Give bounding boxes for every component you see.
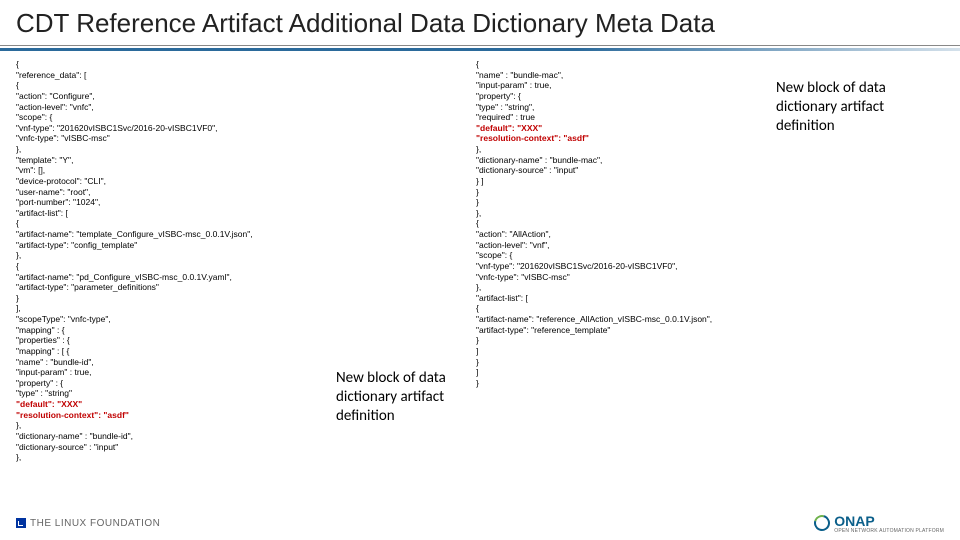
code-line: "artifact-type": "reference_template" [476, 325, 776, 336]
code-line: "dictionary-name" : "bundle-id", [16, 431, 336, 442]
code-line: "default": "XXX" [16, 399, 336, 410]
code-line: } [16, 293, 336, 304]
code-line: "action": "Configure", [16, 91, 336, 102]
code-line: } [476, 335, 776, 346]
code-line: "default": "XXX" [476, 123, 776, 134]
code-line: "action-level": "vnfc", [16, 102, 336, 113]
code-line: "artifact-type": "parameter_definitions" [16, 282, 336, 293]
callout-column-right: New block of data dictionary artifact de… [776, 59, 936, 463]
code-line: "input-param" : true, [476, 80, 776, 91]
onap-ring-icon [811, 512, 833, 534]
code-line: "vnf-type": "201620vISBC1Svc/2016-20-vIS… [16, 123, 336, 134]
code-line: }, [476, 282, 776, 293]
code-line: "port-number": "1024", [16, 197, 336, 208]
onap-subtext: OPEN NETWORK AUTOMATION PLATFORM [834, 529, 944, 534]
code-line: "template": "Y", [16, 155, 336, 166]
code-line: "type" : "string" [16, 388, 336, 399]
code-line: "artifact-list": [ [16, 208, 336, 219]
code-line: "property" : { [16, 378, 336, 389]
callout-right: New block of data dictionary artifact de… [776, 79, 936, 135]
code-line: } [476, 187, 776, 198]
code-line: "reference_data": [ [16, 70, 336, 81]
footer: THE LINUX FOUNDATION ONAP OPEN NETWORK A… [0, 512, 960, 534]
code-line: "device-protocol": "CLI", [16, 176, 336, 187]
code-line: }, [16, 452, 336, 463]
code-line: "action-level": "vnf", [476, 240, 776, 251]
code-line: "required" : true [476, 112, 776, 123]
code-line: ] [476, 367, 776, 378]
code-line: "name" : "bundle-mac", [476, 70, 776, 81]
callout-left: New block of data dictionary artifact de… [336, 369, 476, 425]
code-line: { [16, 261, 336, 272]
code-line: } ] [476, 176, 776, 187]
code-line: { [476, 303, 776, 314]
title-bar: CDT Reference Artifact Additional Data D… [0, 0, 960, 46]
code-line: "dictionary-source" : "input" [476, 165, 776, 176]
code-column-left: {"reference_data": [{"action": "Configur… [16, 59, 336, 463]
code-line: { [16, 80, 336, 91]
code-line: { [476, 59, 776, 70]
code-line: "resolution-context": "asdf" [16, 410, 336, 421]
code-line: "scope": { [476, 250, 776, 261]
code-line: } [476, 197, 776, 208]
code-line: "resolution-context": "asdf" [476, 133, 776, 144]
code-line: "dictionary-source" : "input" [16, 442, 336, 453]
code-line: "artifact-name": "template_Configure_vIS… [16, 229, 336, 240]
lf-icon [16, 518, 26, 528]
code-line: "artifact-list": [ [476, 293, 776, 304]
code-line: "scope": { [16, 112, 336, 123]
code-line: "vm": [], [16, 165, 336, 176]
code-line: "vnfc-type": "vISBC-msc" [476, 272, 776, 283]
code-line: "mapping" : [ { [16, 346, 336, 357]
code-line: }, [476, 208, 776, 219]
code-line: "action": "AllAction", [476, 229, 776, 240]
content-area: {"reference_data": [{"action": "Configur… [0, 51, 960, 463]
code-line: "vnfc-type": "vISBC-msc" [16, 133, 336, 144]
code-line: } [476, 378, 776, 389]
onap-text: ONAP [834, 513, 874, 529]
code-line: "scopeType": "vnfc-type", [16, 314, 336, 325]
onap-logo: ONAP OPEN NETWORK AUTOMATION PLATFORM [814, 513, 944, 534]
code-line: } [476, 357, 776, 368]
linux-foundation-logo: THE LINUX FOUNDATION [16, 518, 160, 529]
code-line: ], [16, 303, 336, 314]
code-line: "dictionary-name" : "bundle-mac", [476, 155, 776, 166]
code-line: "artifact-name": "reference_AllAction_vI… [476, 314, 776, 325]
code-line: }, [16, 420, 336, 431]
code-line: "type" : "string", [476, 102, 776, 113]
code-line: "artifact-name": "pd_Configure_vISBC-msc… [16, 272, 336, 283]
code-line: "artifact-type": "config_template" [16, 240, 336, 251]
code-line: "user-name": "root", [16, 187, 336, 198]
code-line: { [476, 218, 776, 229]
code-line: "vnf-type": "201620vISBC1Svc/2016-20-vIS… [476, 261, 776, 272]
page-title: CDT Reference Artifact Additional Data D… [16, 8, 944, 39]
callout-column-left: New block of data dictionary artifact de… [336, 59, 476, 463]
code-line: { [16, 59, 336, 70]
code-line: { [16, 218, 336, 229]
code-line: }, [16, 250, 336, 261]
code-line: ] [476, 346, 776, 357]
code-line: }, [16, 144, 336, 155]
code-column-right: {"name" : "bundle-mac","input-param" : t… [476, 59, 776, 463]
code-line: "mapping" : { [16, 325, 336, 336]
code-line: "property": { [476, 91, 776, 102]
lf-text: THE LINUX FOUNDATION [30, 518, 160, 529]
code-line: "name" : "bundle-id", [16, 357, 336, 368]
code-line: }, [476, 144, 776, 155]
onap-text-wrap: ONAP OPEN NETWORK AUTOMATION PLATFORM [834, 513, 944, 534]
code-line: "properties" : { [16, 335, 336, 346]
code-line: "input-param" : true, [16, 367, 336, 378]
